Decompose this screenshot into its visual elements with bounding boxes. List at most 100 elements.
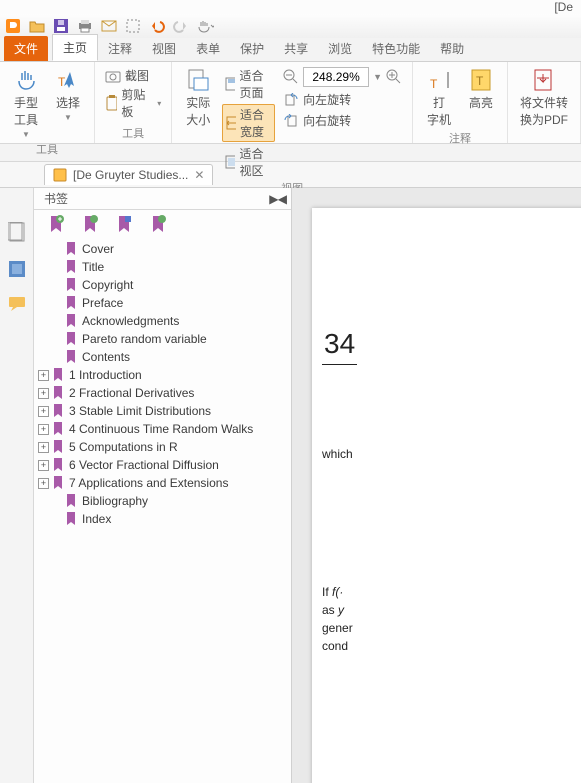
- clipboard-button[interactable]: 剪贴板 ▾: [103, 85, 163, 121]
- app-icon: [4, 17, 22, 35]
- tab-share[interactable]: 共享: [274, 36, 318, 61]
- pages-icon[interactable]: [8, 260, 26, 278]
- fit-page-button[interactable]: 适合页面: [222, 66, 275, 102]
- tab-feature[interactable]: 特色功能: [362, 36, 430, 61]
- email-icon[interactable]: [100, 17, 118, 35]
- bookmark-label: 7 Applications and Extensions: [69, 476, 228, 490]
- ribbon-group-comment: T 打 字机 T 高亮 注释: [413, 62, 508, 143]
- expand-icon[interactable]: +: [38, 406, 49, 417]
- ribbon-group-view: 实际 大小 适合页面 适合宽度 适合视区 ▼ 向左旋转 向右旋转 视图: [172, 62, 413, 143]
- bookmark-label: 4 Continuous Time Random Walks: [69, 422, 253, 436]
- actual-size-button[interactable]: 实际 大小: [180, 66, 216, 130]
- zoom-input[interactable]: [303, 67, 369, 87]
- tab-help[interactable]: 帮助: [430, 36, 474, 61]
- redo-icon[interactable]: [172, 17, 190, 35]
- bookmark-label: Acknowledgments: [82, 314, 179, 328]
- convert-to-pdf-button[interactable]: 将文件转 换为PDF: [516, 66, 572, 130]
- tab-file[interactable]: 文件: [4, 36, 48, 61]
- bookmark-toolbar: [34, 210, 291, 238]
- bookmark-item[interactable]: +3 Stable Limit Distributions: [38, 402, 291, 420]
- bookmark-label: Pareto random variable: [82, 332, 207, 346]
- bookmark-item[interactable]: +1 Introduction: [38, 366, 291, 384]
- bookmark-icon: [64, 350, 78, 364]
- undo-icon[interactable]: [148, 17, 166, 35]
- zoom-out-icon[interactable]: [283, 69, 299, 85]
- bookmark-item[interactable]: +4 Continuous Time Random Walks: [38, 420, 291, 438]
- expand-icon[interactable]: +: [38, 388, 49, 399]
- dropdown-icon: ▼: [64, 113, 72, 122]
- rotate-right-button[interactable]: 向右旋转: [281, 111, 404, 130]
- bookmark-item[interactable]: +7 Applications and Extensions: [38, 474, 291, 492]
- bookmark-item[interactable]: Index: [38, 510, 291, 528]
- collapse-icon[interactable]: ▶ ◀: [269, 192, 285, 206]
- bookmark-icon: [51, 422, 65, 436]
- expand-icon[interactable]: +: [38, 424, 49, 435]
- rotate-left-button[interactable]: 向左旋转: [281, 90, 404, 109]
- bookmark-header: 书签 ▶ ◀: [34, 188, 291, 210]
- bookmark-icon: [51, 440, 65, 454]
- comments-icon[interactable]: [8, 296, 26, 312]
- highlight-button[interactable]: T 高亮: [463, 66, 499, 130]
- bookmark-item[interactable]: Pareto random variable: [38, 330, 291, 348]
- tab-comment[interactable]: 注释: [98, 36, 142, 61]
- fit-visible-button[interactable]: 适合视区: [222, 144, 275, 180]
- snapshot-icon[interactable]: [124, 17, 142, 35]
- page-number: 34: [322, 328, 357, 365]
- ribbon-group-convert: 将文件转 换为PDF: [508, 62, 581, 143]
- zoom-dropdown-icon[interactable]: ▼: [373, 72, 382, 82]
- document-tab[interactable]: [De Gruyter Studies... ✕: [44, 164, 213, 185]
- bookmark-panel: 书签 ▶ ◀ Cover Title Copyright Preface Acknowl…: [34, 188, 292, 783]
- bookmark-flag2-icon[interactable]: [116, 215, 132, 233]
- hand-dropdown-icon[interactable]: [196, 17, 214, 35]
- bookmark-icon: [51, 386, 65, 400]
- bookmark-item[interactable]: Acknowledgments: [38, 312, 291, 330]
- bookmark-item[interactable]: +6 Vector Fractional Diffusion: [38, 456, 291, 474]
- bookmark-label: Preface: [82, 296, 123, 310]
- title-text: [De: [554, 0, 573, 14]
- bookmark-icon: [64, 314, 78, 328]
- bookmark-item[interactable]: Title: [38, 258, 291, 276]
- tab-view[interactable]: 视图: [142, 36, 186, 61]
- print-icon[interactable]: [76, 17, 94, 35]
- page-viewport[interactable]: 34 which If f(· as y gener cond: [292, 188, 581, 783]
- bookmark-flag1-icon[interactable]: [82, 215, 98, 233]
- bookmark-label: 1 Introduction: [69, 368, 142, 382]
- workspace: 书签 ▶ ◀ Cover Title Copyright Preface Acknowl…: [0, 188, 581, 783]
- expand-icon[interactable]: +: [38, 370, 49, 381]
- bookmark-item[interactable]: Contents: [38, 348, 291, 366]
- screenshot-button[interactable]: 截图: [103, 66, 151, 85]
- expand-icon[interactable]: +: [38, 460, 49, 471]
- tab-home[interactable]: 主页: [52, 34, 98, 61]
- bookmark-icon: [64, 494, 78, 508]
- page-thumbnails-icon[interactable]: [8, 222, 26, 242]
- bookmark-item[interactable]: +2 Fractional Derivatives: [38, 384, 291, 402]
- ribbon: 手型 工具 ▼ T 选择 ▼ 工具 截图 剪贴板 ▾ 工具 实际 大小: [0, 62, 581, 144]
- zoom-in-icon[interactable]: [386, 69, 402, 85]
- new-bookmark-icon[interactable]: [48, 215, 64, 233]
- open-icon[interactable]: [28, 17, 46, 35]
- expand-icon[interactable]: +: [38, 442, 49, 453]
- bookmark-title: 书签: [44, 190, 68, 207]
- page-text: which If f(· as y gener cond: [322, 445, 581, 655]
- hand-tool-button[interactable]: 手型 工具 ▼: [8, 66, 44, 141]
- bookmark-label: 3 Stable Limit Distributions: [69, 404, 211, 418]
- bookmark-icon: [51, 458, 65, 472]
- typewriter-button[interactable]: T 打 字机: [421, 66, 457, 130]
- bookmark-label: 5 Computations in R: [69, 440, 178, 454]
- expand-icon[interactable]: +: [38, 478, 49, 489]
- close-icon[interactable]: ✕: [194, 168, 204, 182]
- fit-width-button[interactable]: 适合宽度: [222, 104, 275, 142]
- bookmark-item[interactable]: Bibliography: [38, 492, 291, 510]
- bookmark-item[interactable]: +5 Computations in R: [38, 438, 291, 456]
- bookmark-item[interactable]: Cover: [38, 240, 291, 258]
- bookmark-item[interactable]: Preface: [38, 294, 291, 312]
- tab-browse[interactable]: 浏览: [318, 36, 362, 61]
- bookmark-icon: [51, 368, 65, 382]
- save-icon[interactable]: [52, 17, 70, 35]
- bookmark-item[interactable]: Copyright: [38, 276, 291, 294]
- tab-protect[interactable]: 保护: [230, 36, 274, 61]
- tab-form[interactable]: 表单: [186, 36, 230, 61]
- select-tool-button[interactable]: T 选择 ▼: [50, 66, 86, 141]
- bookmark-label: Title: [82, 260, 104, 274]
- bookmark-flag3-icon[interactable]: [150, 215, 166, 233]
